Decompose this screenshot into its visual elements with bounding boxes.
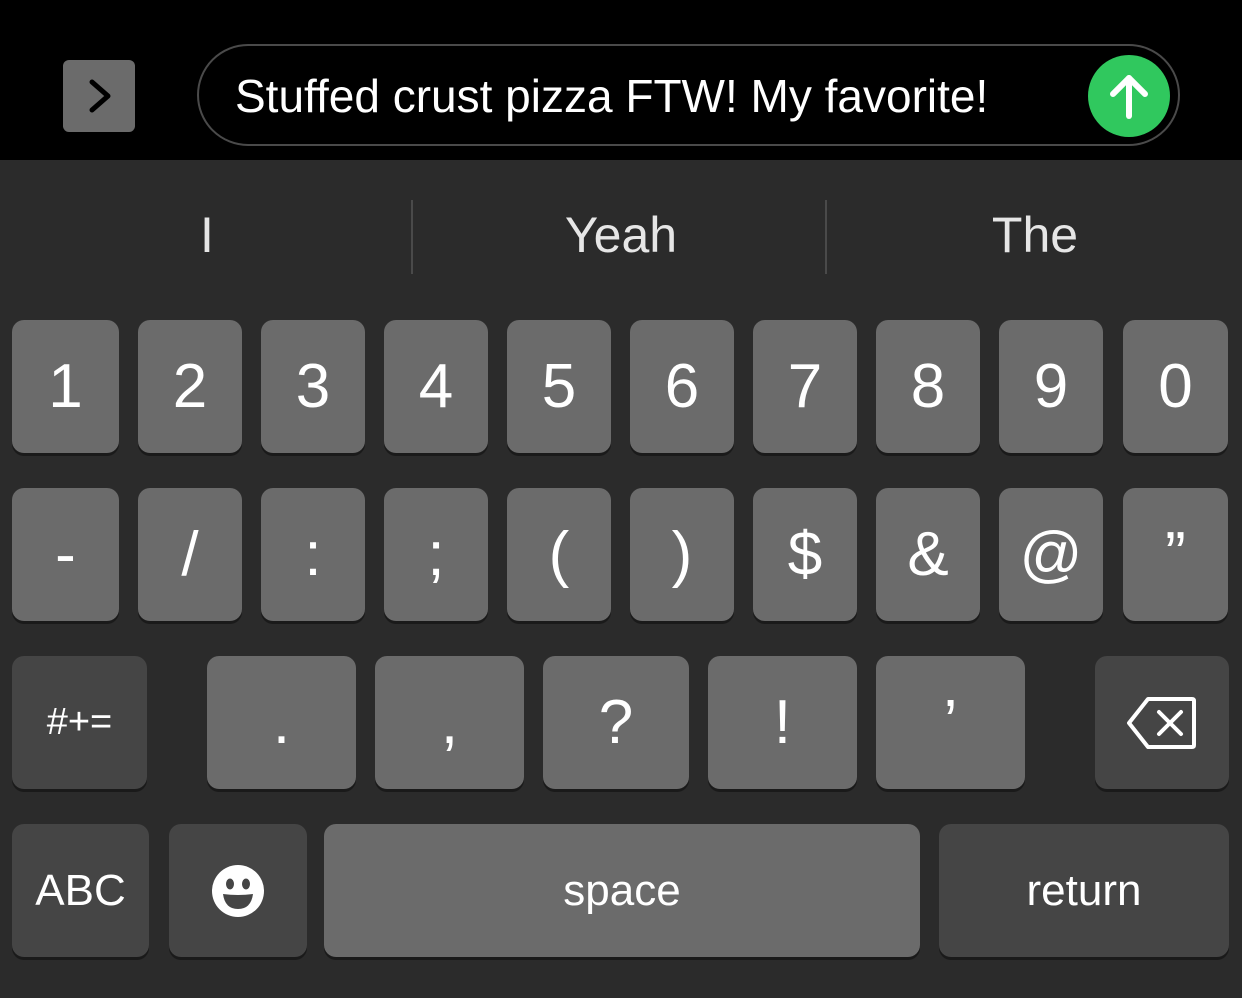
key-period[interactable]: .: [207, 656, 356, 789]
suggestion-1[interactable]: I: [0, 160, 414, 310]
key-quote[interactable]: ”: [1123, 488, 1228, 621]
delete-key[interactable]: [1095, 656, 1229, 789]
backspace-icon: [1127, 696, 1196, 749]
key-0[interactable]: 0: [1123, 320, 1228, 453]
smiley-face-icon: [212, 864, 264, 917]
suggestion-divider: [825, 200, 827, 274]
key-ampersand[interactable]: &: [876, 488, 980, 621]
key-question[interactable]: ?: [543, 656, 689, 789]
suggestion-divider: [411, 200, 413, 274]
key-5[interactable]: 5: [507, 320, 611, 453]
key-4[interactable]: 4: [384, 320, 488, 453]
key-2[interactable]: 2: [138, 320, 242, 453]
key-colon[interactable]: :: [261, 488, 365, 621]
chevron-right-icon: [89, 79, 111, 113]
key-slash[interactable]: /: [138, 488, 242, 621]
emoji-key[interactable]: [169, 824, 307, 957]
key-9[interactable]: 9: [999, 320, 1103, 453]
composer-bar: Stuffed crust pizza FTW! My favorite!: [0, 0, 1242, 160]
message-input[interactable]: Stuffed crust pizza FTW! My favorite!: [197, 44, 1180, 146]
space-key[interactable]: space: [324, 824, 920, 957]
arrow-up-icon: [1110, 75, 1148, 119]
key-exclamation[interactable]: !: [708, 656, 857, 789]
key-apostrophe[interactable]: ’: [876, 656, 1025, 789]
key-comma[interactable]: ,: [375, 656, 524, 789]
send-button[interactable]: [1088, 55, 1170, 137]
key-close-paren[interactable]: ): [630, 488, 734, 621]
key-8[interactable]: 8: [876, 320, 980, 453]
symbols-toggle-key[interactable]: #+=: [12, 656, 147, 789]
abc-key[interactable]: ABC: [12, 824, 149, 957]
key-dollar[interactable]: $: [753, 488, 857, 621]
key-6[interactable]: 6: [630, 320, 734, 453]
key-7[interactable]: 7: [753, 320, 857, 453]
suggestion-2[interactable]: Yeah: [414, 160, 828, 310]
key-semicolon[interactable]: ;: [384, 488, 488, 621]
key-at[interactable]: @: [999, 488, 1103, 621]
predictive-bar: I Yeah The: [0, 160, 1242, 310]
message-text: Stuffed crust pizza FTW! My favorite!: [235, 70, 989, 122]
key-3[interactable]: 3: [261, 320, 365, 453]
expand-apps-button[interactable]: [63, 60, 135, 132]
key-hyphen[interactable]: -: [12, 488, 119, 621]
return-key[interactable]: return: [939, 824, 1229, 957]
key-open-paren[interactable]: (: [507, 488, 611, 621]
suggestion-3[interactable]: The: [828, 160, 1242, 310]
key-1[interactable]: 1: [12, 320, 119, 453]
